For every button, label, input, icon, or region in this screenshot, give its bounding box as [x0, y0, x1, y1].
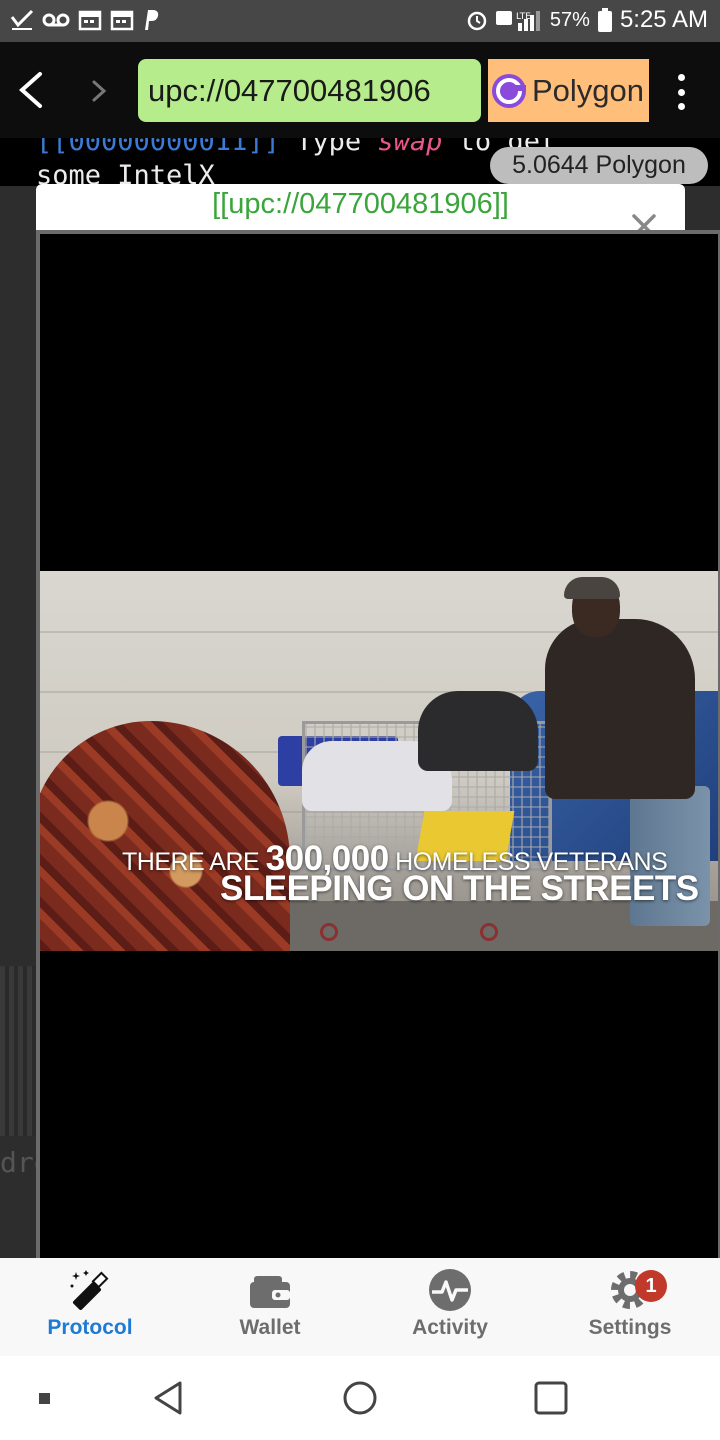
voicemail-icon: [42, 13, 70, 27]
polygon-icon: [492, 73, 526, 108]
back-triangle-icon[interactable]: [152, 1380, 186, 1416]
notification-badge: 1: [635, 1270, 667, 1302]
balance-pill[interactable]: 5.0644 Polygon: [490, 147, 708, 184]
product-image: THERE ARE 300,000 HOMELESS VETERANS SLEE…: [40, 571, 718, 951]
tab-label: Activity: [412, 1316, 488, 1339]
home-circle-icon[interactable]: [342, 1380, 378, 1416]
browser-toolbar: upc://047700481906 Polygon: [0, 42, 720, 138]
hd-lte-icon: LTE: [495, 11, 540, 31]
overflow-menu-icon[interactable]: [672, 74, 690, 110]
tab-activity[interactable]: Activity: [360, 1258, 540, 1356]
system-nav-bar: [0, 1356, 720, 1440]
calendar-icon: [110, 10, 134, 31]
svg-text:LTE: LTE: [516, 12, 531, 22]
url-input[interactable]: upc://047700481906: [138, 59, 481, 122]
modal-header: [[upc://047700481906]]: [36, 184, 685, 238]
tent: [40, 721, 290, 951]
qr-code-fragment: [0, 966, 36, 1136]
status-bar: LTE 57% 5:25 AM: [0, 0, 720, 42]
caption-line-2: SLEEPING ON THE STREETS: [220, 869, 699, 908]
activity-icon: [429, 1269, 471, 1311]
overview-square-icon[interactable]: [534, 1381, 568, 1415]
terminal-right-edge: [686, 186, 720, 230]
tab-settings[interactable]: 1 Settings: [540, 1258, 720, 1356]
network-selector[interactable]: Polygon: [488, 59, 649, 122]
tab-label: Protocol: [47, 1316, 133, 1339]
tab-wallet[interactable]: Wallet: [180, 1258, 360, 1356]
clock: 5:25 AM: [619, 6, 708, 33]
status-right: LTE 57% 5:25 AM: [466, 6, 708, 34]
tab-label: Wallet: [239, 1316, 301, 1339]
tab-protocol[interactable]: Protocol: [0, 1258, 180, 1356]
check-icon: [10, 9, 34, 30]
battery-percent: 57%: [549, 8, 590, 31]
magic-wand-icon: [70, 1270, 109, 1311]
terminal-text-1: Type: [279, 138, 378, 157]
terminal-link[interactable]: [[00000000011]]: [36, 138, 280, 157]
terminal-command: swap: [377, 138, 443, 157]
back-arrow-icon[interactable]: [12, 68, 52, 112]
modal-title[interactable]: [[upc://047700481906]]: [36, 188, 685, 221]
notification-icons: [10, 8, 160, 32]
bottom-tab-bar: Protocol Wallet Activity 1 Settings: [0, 1258, 720, 1356]
forward-arrow-icon[interactable]: [84, 74, 114, 108]
tab-label: Settings: [588, 1316, 672, 1339]
battery-icon: [597, 8, 612, 32]
alarm-icon: [467, 11, 487, 31]
paypal-icon: [145, 10, 159, 30]
network-label: Polygon: [532, 72, 645, 108]
person: [545, 619, 695, 799]
recents-dot-icon[interactable]: [38, 1392, 52, 1406]
calendar-icon: [78, 10, 102, 31]
terminal-line-2: some IntelX: [36, 160, 215, 186]
wallet-icon: [250, 1276, 290, 1308]
